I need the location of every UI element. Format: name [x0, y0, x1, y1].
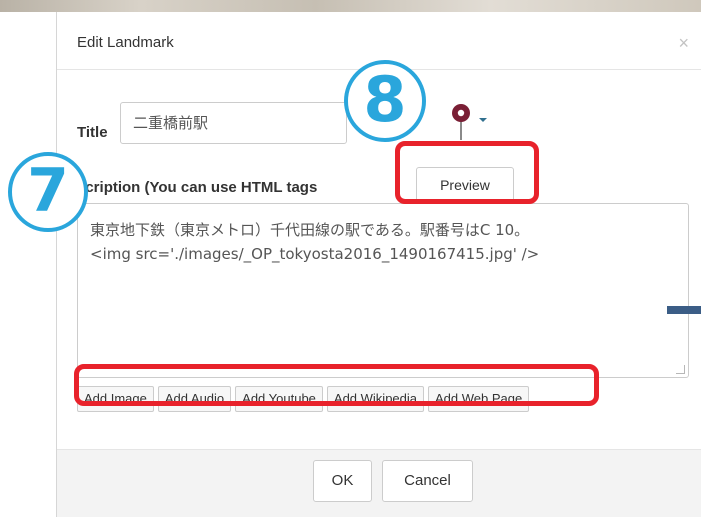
caret-down-icon[interactable]	[479, 118, 487, 122]
ok-button[interactable]: OK	[313, 460, 372, 502]
title-input[interactable]: 二重橋前駅	[120, 102, 347, 144]
add-wikipedia-button[interactable]: Add Wikipedia	[326, 386, 425, 412]
preview-button[interactable]: Preview	[416, 167, 514, 203]
close-icon[interactable]: ×	[678, 34, 689, 52]
cancel-button[interactable]: Cancel	[382, 460, 473, 502]
dialog-title: Edit Landmark	[77, 34, 174, 51]
description-line: 東京地下鉄（東京メトロ）千代田線の駅である。駅番号はC 10。	[90, 221, 530, 239]
description-label: scription (You can use HTML tags	[77, 179, 318, 196]
description-textarea[interactable]: 東京地下鉄（東京メトロ）千代田線の駅である。駅番号はC 10。 <img src…	[77, 203, 689, 378]
add-youtube-button[interactable]: Add Youtube	[235, 386, 323, 412]
page-backdrop	[0, 0, 701, 12]
step-8-badge: 8	[344, 60, 426, 142]
dialog-footer: OK Cancel	[57, 449, 701, 517]
title-label: Title	[77, 124, 108, 141]
add-audio-button[interactable]: Add Audio	[157, 386, 232, 412]
side-scroll-marker	[667, 306, 701, 314]
description-line: <img src='./images/_OP_tokyosta2016_1490…	[90, 245, 540, 263]
screen: Edit Landmark × Title 二重橋前駅 scription (Y…	[0, 0, 701, 517]
step-7-badge: 7	[8, 152, 88, 232]
media-button-row: Add Image Add Audio Add Youtube Add Wiki…	[77, 386, 530, 412]
resize-handle[interactable]	[676, 365, 685, 374]
add-image-button[interactable]: Add Image	[77, 386, 154, 412]
add-web-page-button[interactable]: Add Web Page	[428, 386, 530, 412]
map-pin-icon[interactable]	[449, 102, 473, 142]
